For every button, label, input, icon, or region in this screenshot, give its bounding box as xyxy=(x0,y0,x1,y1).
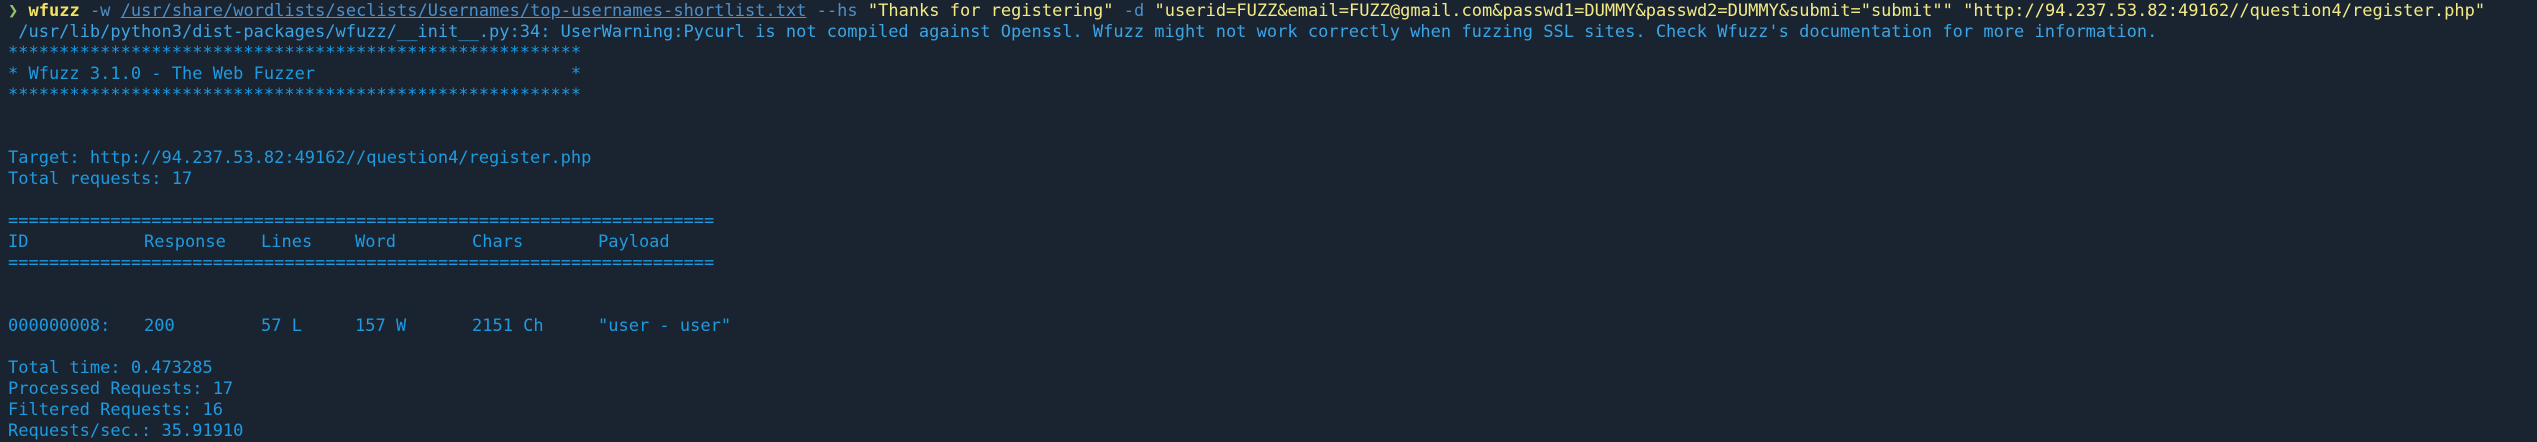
header-word: Word xyxy=(355,232,396,252)
total-time-line: Total time: 0.473285 xyxy=(8,358,213,378)
header-id: ID xyxy=(8,232,29,252)
table-row: 000000008: 200 57 L 157 W 2151 Ch "user - use… xyxy=(0,316,2537,337)
prompt-chevron-icon: ❯ xyxy=(8,1,19,21)
banner-bottom-border: ****************************************… xyxy=(8,85,582,105)
command-hs-value: "Thanks for registering" xyxy=(867,1,1114,21)
banner-top-border: ****************************************… xyxy=(8,43,582,63)
table-separator-top: ========================================… xyxy=(8,211,715,231)
user-warning: /usr/lib/python3/dist-packages/wfuzz/__i… xyxy=(8,22,2158,42)
command-flag-w: -w xyxy=(89,1,111,21)
requests-per-sec-line: Requests/sec.: 35.91910 xyxy=(8,421,244,441)
target-line: Target: http://94.237.53.82:49162//quest… xyxy=(8,148,592,168)
header-payload: Payload xyxy=(598,232,670,252)
processed-requests-line: Processed Requests: 17 xyxy=(8,379,234,399)
row-chars: 2151 Ch xyxy=(472,316,544,336)
total-requests-line: Total requests: 17 xyxy=(8,169,193,189)
header-lines: Lines xyxy=(261,232,313,252)
row-word: 157 W xyxy=(355,316,407,336)
command-line: ❯ wfuzz -w /usr/share/wordlists/seclists… xyxy=(0,1,2537,22)
header-response: Response xyxy=(144,232,226,252)
banner-title: * Wfuzz 3.1.0 - The Web Fuzzer * xyxy=(8,64,582,84)
row-payload: "user - user" xyxy=(598,316,732,336)
table-separator-bottom: ========================================… xyxy=(8,253,715,273)
filtered-requests-line: Filtered Requests: 16 xyxy=(8,400,223,420)
terminal-window[interactable]: ❯ wfuzz -w /usr/share/wordlists/seclists… xyxy=(0,0,2537,441)
command-url: "http://94.237.53.82:49162//question4/re… xyxy=(1963,1,2486,21)
wordlist-path-link[interactable]: /usr/share/wordlists/seclists/Usernames/… xyxy=(121,1,807,21)
header-chars: Chars xyxy=(472,232,524,252)
row-id: 000000008: xyxy=(8,316,111,336)
command-flag-d: -d xyxy=(1123,1,1145,21)
row-response: 200 xyxy=(144,316,175,336)
command-d-value: "userid=FUZZ&email=FUZZ@gmail.com&passwd… xyxy=(1154,1,1953,21)
table-header-row: ID Response Lines Word Chars Payload xyxy=(0,232,2537,253)
command-program: wfuzz xyxy=(28,1,80,21)
command-flag-hs: --hs xyxy=(816,1,858,21)
row-lines: 57 L xyxy=(261,316,302,336)
